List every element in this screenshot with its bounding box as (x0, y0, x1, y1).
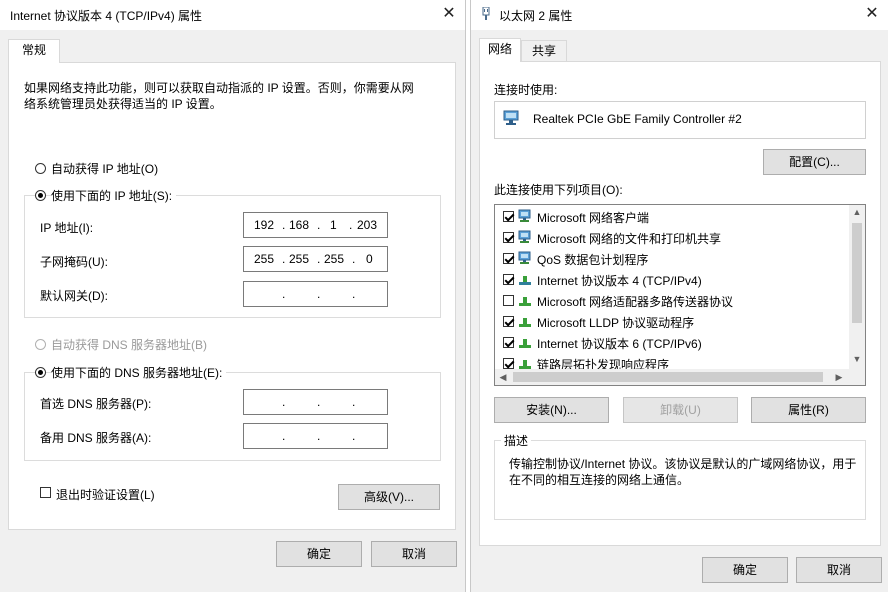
tab-general[interactable]: 常规 (8, 39, 60, 63)
radio-auto-dns[interactable] (35, 339, 46, 350)
item-checkbox[interactable] (503, 253, 514, 264)
network-adapter-icon (481, 6, 491, 21)
scrollbar-thumb[interactable] (513, 372, 823, 382)
item-checkbox[interactable] (503, 337, 514, 348)
advanced-button[interactable]: 高级(V)... (338, 484, 440, 510)
item-checkbox[interactable] (503, 295, 514, 306)
connect-using-label: 连接时使用: (494, 83, 558, 97)
radio-manual-dns-label: 使用下面的 DNS 服务器地址(E): (51, 364, 227, 381)
item-label: Microsoft 网络的文件和打印机共享 (537, 232, 722, 246)
radio-manual-dns[interactable] (35, 367, 46, 378)
tab-network[interactable]: 网络 (479, 38, 521, 62)
horizontal-scrollbar[interactable]: ◀ ▶ (495, 369, 865, 385)
ipv4-properties-dialog: Internet 协议版本 4 (TCP/IPv4) 属性 ✕ 常规 如果网络支… (0, 0, 466, 592)
network-client-icon (518, 209, 532, 223)
subnet-mask-input[interactable]: 255 . 255 . 255 . 0 (243, 246, 388, 272)
item-label: Internet 协议版本 6 (TCP/IPv6) (537, 337, 702, 351)
scroll-right-icon[interactable]: ▶ (833, 372, 845, 383)
gateway-input[interactable]: . . . (243, 281, 388, 307)
tab-label: 网络 (487, 42, 512, 56)
ok-button[interactable]: 确定 (276, 541, 362, 567)
description-group-title: 描述 (501, 432, 532, 449)
protocol-icon (518, 272, 532, 286)
validate-on-exit-label: 退出时验证设置(L) (56, 488, 155, 502)
item-label: Microsoft 网络客户端 (537, 211, 650, 225)
tab-label: 常规 (21, 43, 46, 57)
item-checkbox[interactable] (503, 274, 514, 285)
item-checkbox[interactable] (503, 316, 514, 327)
scroll-down-icon[interactable]: ▼ (849, 354, 865, 364)
properties-button[interactable]: 属性(R) (751, 397, 866, 423)
components-list: Microsoft 网络客户端 Microsoft 网络的文件和打印机共享 Qo… (494, 204, 866, 386)
item-checkbox[interactable] (503, 358, 514, 369)
adapter-name: Realtek PCIe GbE Family Controller #2 (533, 112, 742, 126)
protocol-icon (518, 314, 532, 328)
subnet-mask-label: 子网掩码(U): (40, 255, 108, 269)
ip-address-input[interactable]: 192 . 168 . 1 . 203 (243, 212, 388, 238)
cancel-button[interactable]: 取消 (796, 557, 882, 583)
description-text: 传输控制协议/Internet 协议。该协议是默认的广域网络协议，用于在不同的相… (509, 457, 857, 487)
ok-button[interactable]: 确定 (702, 557, 788, 583)
radio-manual-ip-label: 使用下面的 IP 地址(S): (51, 187, 177, 204)
install-button[interactable]: 安装(N)... (494, 397, 609, 423)
scrollbar-thumb[interactable] (852, 223, 862, 323)
tab-sharing[interactable]: 共享 (521, 40, 567, 62)
protocol-icon (518, 335, 532, 349)
item-label: QoS 数据包计划程序 (537, 253, 649, 267)
cancel-button[interactable]: 取消 (371, 541, 457, 567)
scroll-up-icon[interactable]: ▲ (849, 207, 865, 217)
radio-auto-ip[interactable] (35, 163, 46, 174)
adapter-box: Realtek PCIe GbE Family Controller #2 (494, 101, 866, 139)
close-icon[interactable]: ✕ (437, 3, 461, 25)
tab-label: 共享 (531, 44, 556, 58)
item-checkbox[interactable] (503, 211, 514, 222)
network-adapter-icon (503, 110, 519, 126)
items-label: 此连接使用下列项目(O): (494, 183, 623, 197)
item-checkbox[interactable] (503, 232, 514, 243)
protocol-icon (518, 356, 532, 370)
uninstall-button[interactable]: 卸载(U) (623, 397, 738, 423)
vertical-scrollbar[interactable]: ▲ ▼ (849, 205, 865, 369)
alternate-dns-label: 备用 DNS 服务器(A): (40, 431, 152, 445)
preferred-dns-input[interactable]: . . . (243, 389, 388, 415)
validate-on-exit-checkbox[interactable] (40, 487, 51, 498)
close-icon[interactable]: ✕ (860, 3, 884, 25)
radio-auto-ip-label: 自动获得 IP 地址(O) (51, 162, 159, 176)
item-label: Microsoft LLDP 协议驱动程序 (537, 316, 695, 330)
ethernet-properties-dialog: 以太网 2 属性 ✕ 网络 共享 连接时使用: Realtek PCIe GbE… (470, 0, 888, 592)
gateway-label: 默认网关(D): (40, 289, 108, 303)
radio-manual-ip[interactable] (35, 190, 46, 201)
window-title: Internet 协议版本 4 (TCP/IPv4) 属性 (10, 9, 203, 23)
protocol-icon (518, 293, 532, 307)
scroll-left-icon[interactable]: ◀ (497, 372, 509, 383)
network-service-icon (518, 251, 532, 265)
ip-address-label: IP 地址(I): (40, 221, 94, 235)
description-text: 如果网络支持此功能，则可以获取自动指派的 IP 设置。否则，你需要从网络系统管理… (24, 81, 414, 111)
window-title: 以太网 2 属性 (499, 9, 573, 23)
network-client-icon (518, 230, 532, 244)
configure-button[interactable]: 配置(C)... (763, 149, 866, 175)
preferred-dns-label: 首选 DNS 服务器(P): (40, 397, 152, 411)
alternate-dns-input[interactable]: . . . (243, 423, 388, 449)
radio-auto-dns-label: 自动获得 DNS 服务器地址(B) (51, 338, 208, 352)
item-label: Microsoft 网络适配器多路传送器协议 (537, 295, 734, 309)
title-bar: 以太网 2 属性 ✕ (471, 0, 888, 30)
item-label: Internet 协议版本 4 (TCP/IPv4) (537, 274, 702, 288)
title-bar: Internet 协议版本 4 (TCP/IPv4) 属性 ✕ (0, 0, 465, 30)
